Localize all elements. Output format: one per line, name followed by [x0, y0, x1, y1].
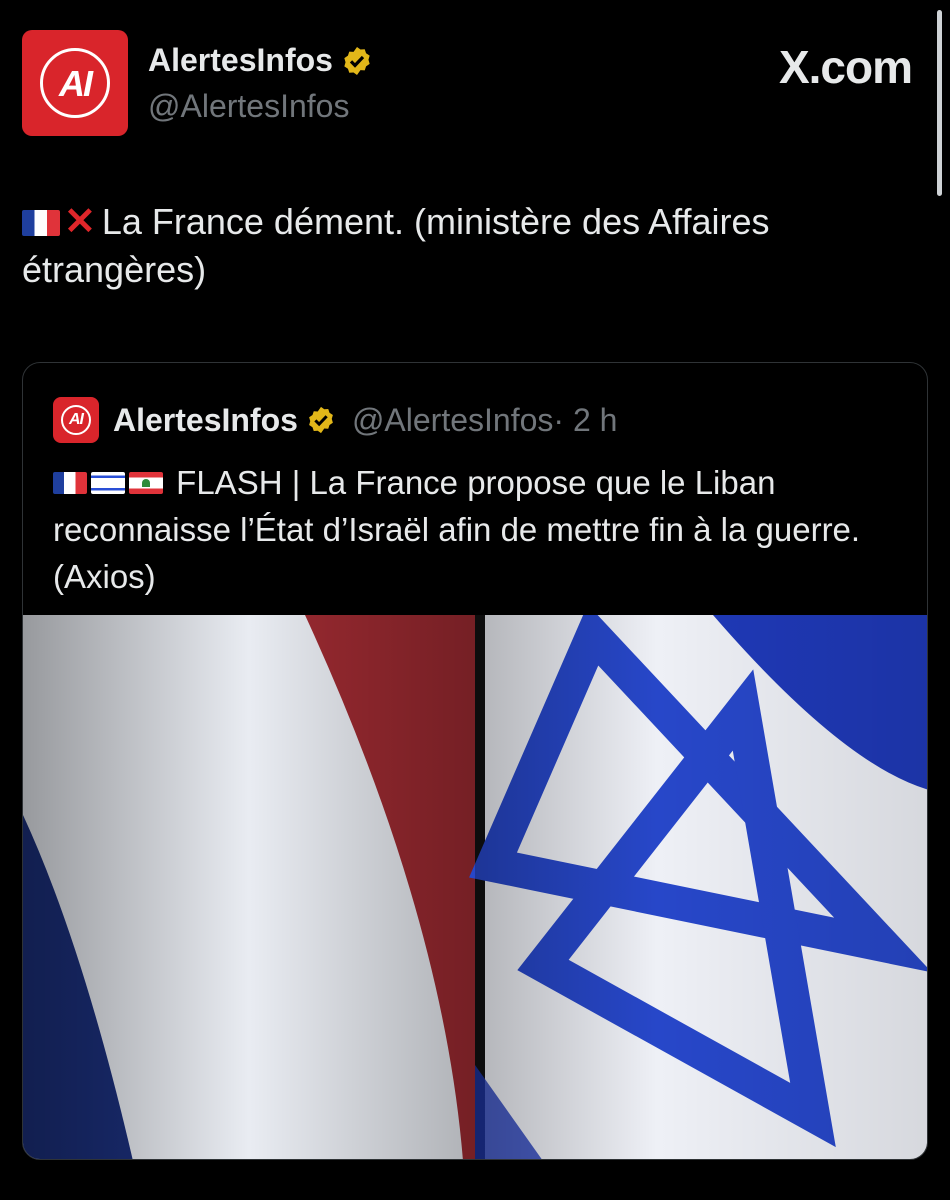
cross-mark-icon: ✕: [64, 201, 96, 243]
quoted-text: FLASH | La France propose que le Liban r…: [53, 459, 903, 600]
verified-badge-icon: [344, 46, 370, 75]
tweet-text: ✕ La France dément. (ministère des Affair…: [22, 198, 922, 294]
x-logo[interactable]: X.com: [779, 40, 913, 94]
quoted-header: AI AlertesInfos @AlertesInfos · 2 h: [53, 397, 617, 443]
avatar[interactable]: AI: [22, 30, 128, 136]
quoted-avatar[interactable]: AI: [53, 397, 99, 443]
quoted-text-content: FLASH | La France propose que le Liban r…: [53, 464, 861, 595]
author-name[interactable]: AlertesInfos: [148, 42, 333, 79]
flag-israel-icon: [91, 472, 125, 494]
flag-france-icon: [22, 210, 60, 236]
scrollbar[interactable]: [937, 10, 942, 196]
quoted-avatar-logo-text: AI: [69, 411, 84, 428]
flag-france-icon: [53, 472, 87, 494]
quoted-tweet-card[interactable]: AI AlertesInfos @AlertesInfos · 2 h FLAS…: [22, 362, 928, 1160]
quoted-image[interactable]: [23, 615, 928, 1160]
french-flag-graphic: [23, 615, 475, 1159]
tweet-header: AI AlertesInfos @AlertesInfos X.com: [22, 30, 913, 136]
flag-lebanon-icon: [129, 472, 163, 494]
author-handle[interactable]: @AlertesInfos: [148, 88, 349, 125]
avatar-logo-text: AI: [59, 63, 93, 104]
quoted-timestamp[interactable]: · 2 h: [553, 402, 617, 439]
tweet-text-content: La France dément. (ministère des Affaire…: [22, 201, 770, 290]
israeli-flag-graphic: [469, 615, 927, 1159]
quoted-author-name[interactable]: AlertesInfos: [113, 402, 298, 439]
quoted-verified-badge-icon: [309, 406, 333, 434]
quoted-author-handle[interactable]: @AlertesInfos: [352, 402, 553, 439]
author-name-row: AlertesInfos: [148, 42, 373, 79]
